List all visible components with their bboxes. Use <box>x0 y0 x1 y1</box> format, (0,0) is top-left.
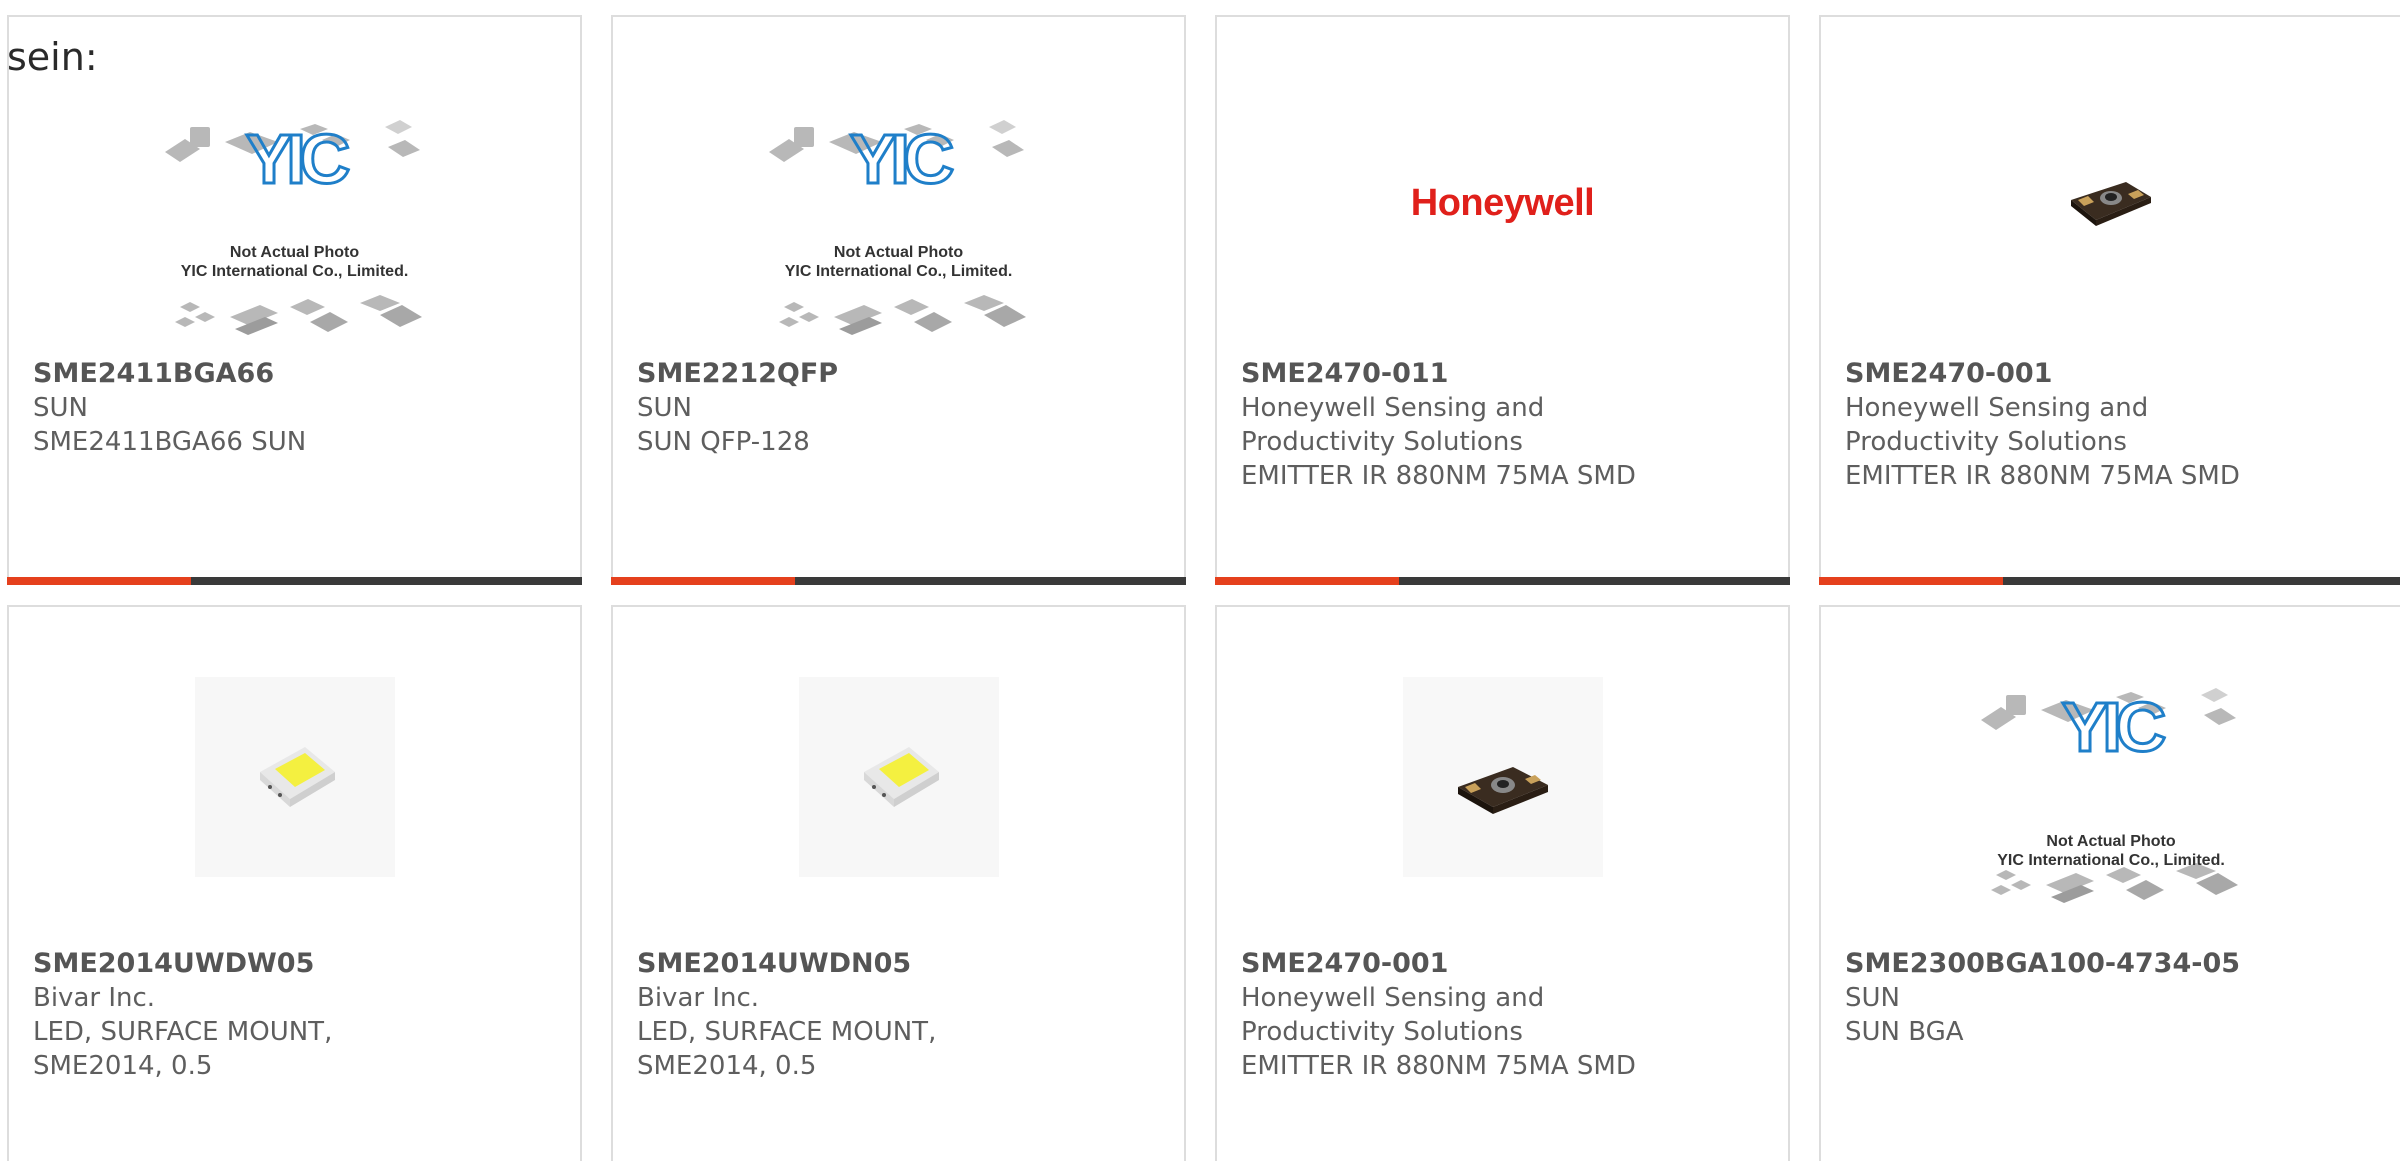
accent-bar <box>1215 577 1399 585</box>
manufacturer-line-1: Honeywell Sensing and <box>1845 393 2149 423</box>
product-info: SME2212QFP SUN SUN QFP-128 <box>637 357 1164 459</box>
manufacturer: SUN <box>33 393 88 423</box>
product-card[interactable]: Honeywell SME2470-011 Honeywell Sensing … <box>1215 15 1790 585</box>
product-card[interactable]: SME2470-001 Honeywell Sensing and Produc… <box>1819 15 2400 585</box>
description-line-2: SME2014, 0.5 <box>637 1051 817 1081</box>
product-image-area[interactable] <box>613 607 1184 937</box>
manufacturer: Bivar Inc. <box>33 983 156 1013</box>
description: EMITTER IR 880NM 75MA SMD <box>1241 1051 1636 1081</box>
svg-text:YIC: YIC <box>245 120 348 198</box>
product-info: SME2014UWDW05 Bivar Inc. LED, SURFACE MO… <box>33 947 560 1083</box>
description: SME2411BGA66 SUN <box>33 427 307 457</box>
accent-bar <box>611 577 795 585</box>
product-card[interactable]: YIC Not Actual Photo YIC International C… <box>1819 605 2400 1161</box>
description-line-2: SME2014, 0.5 <box>33 1051 213 1081</box>
svg-text:YIC: YIC <box>849 120 952 198</box>
manufacturer-line-2: Productivity Solutions <box>1241 1017 1523 1047</box>
product-info: SME2470-011 Honeywell Sensing and Produc… <box>1241 357 1768 493</box>
manufacturer: SUN <box>637 393 692 423</box>
description: SUN QFP-128 <box>637 427 810 457</box>
manufacturer-line-2: Productivity Solutions <box>1241 427 1523 457</box>
product-card[interactable]: SME2014UWDN05 Bivar Inc. LED, SURFACE MO… <box>611 605 1186 1161</box>
product-info: SME2470-001 Honeywell Sensing and Produc… <box>1241 947 1768 1083</box>
product-card[interactable]: SME2014UWDW05 Bivar Inc. LED, SURFACE MO… <box>7 605 582 1161</box>
product-card[interactable]: SME2470-001 Honeywell Sensing and Produc… <box>1215 605 1790 1161</box>
part-number[interactable]: SME2470-001 <box>1845 357 2387 391</box>
led-icon <box>259 747 335 807</box>
yic-placeholder-image: YIC <box>1981 687 2238 903</box>
placeholder-caption: Not Actual Photo YIC International Co., … <box>1997 833 2225 869</box>
product-image-area[interactable]: YIC Not Actual Photo YIC International C… <box>613 17 1184 347</box>
yic-placeholder-image: YIC <box>768 119 1026 335</box>
product-image-area[interactable]: YIC Not Actual Photo YIC International C… <box>1821 607 2400 937</box>
product-card[interactable]: YIC Not Actual Photo YIC International C… <box>611 15 1186 585</box>
part-number[interactable]: SME2300BGA100-4734-05 <box>1845 947 2387 981</box>
intro-text: sein: <box>7 35 98 79</box>
ir-emitter-image <box>2071 182 2151 226</box>
card-bottom-bar <box>611 577 1186 585</box>
product-image-area[interactable] <box>9 607 580 937</box>
part-number[interactable]: SME2212QFP <box>637 357 1164 391</box>
part-number[interactable]: SME2470-001 <box>1241 947 1768 981</box>
description: EMITTER IR 880NM 75MA SMD <box>1241 461 1636 491</box>
yic-placeholder-image: YIC <box>164 119 422 335</box>
ir-emitter-image <box>1402 677 1603 877</box>
product-grid-page: sein: YIC Not Actual Photo YIC Internati… <box>0 0 2400 1161</box>
accent-bar <box>1819 577 2003 585</box>
accent-bar <box>7 577 191 585</box>
smd-led-image <box>194 677 395 877</box>
manufacturer-line-1: Honeywell Sensing and <box>1241 393 1545 423</box>
card-bottom-bar <box>1819 577 2400 585</box>
card-bottom-bar <box>1215 577 1790 585</box>
product-image-area[interactable] <box>1217 607 1788 937</box>
part-number[interactable]: SME2470-011 <box>1241 357 1768 391</box>
placeholder-caption: Not Actual Photo YIC International Co., … <box>784 244 1013 280</box>
description-line-1: LED, SURFACE MOUNT, <box>637 1017 937 1047</box>
manufacturer-line-1: Honeywell Sensing and <box>1241 983 1545 1013</box>
product-info: SME2300BGA100-4734-05 SUN SUN BGA <box>1845 947 2387 1049</box>
smd-led-image <box>798 677 999 877</box>
product-info: SME2014UWDN05 Bivar Inc. LED, SURFACE MO… <box>637 947 1164 1083</box>
card-bottom-bar <box>7 577 582 585</box>
description-line-1: LED, SURFACE MOUNT, <box>33 1017 333 1047</box>
placeholder-caption: Not Actual Photo YIC International Co., … <box>180 244 409 280</box>
part-number[interactable]: SME2014UWDN05 <box>637 947 1164 981</box>
product-image-area[interactable]: Honeywell <box>1217 17 1788 347</box>
emitter-icon <box>1457 767 1548 814</box>
manufacturer: Bivar Inc. <box>637 983 760 1013</box>
description: SUN BGA <box>1845 1017 1964 1047</box>
product-image-area[interactable] <box>1821 17 2400 347</box>
product-info: SME2470-001 Honeywell Sensing and Produc… <box>1845 357 2387 493</box>
honeywell-logo: Honeywell <box>1410 182 1595 224</box>
manufacturer: SUN <box>1845 983 1900 1013</box>
svg-text:YIC: YIC <box>2062 688 2165 766</box>
manufacturer-line-2: Productivity Solutions <box>1845 427 2127 457</box>
part-number[interactable]: SME2014UWDW05 <box>33 947 560 981</box>
description: EMITTER IR 880NM 75MA SMD <box>1845 461 2240 491</box>
product-card[interactable]: YIC Not Actual Photo YIC International C… <box>7 15 582 585</box>
part-number[interactable]: SME2411BGA66 <box>33 357 560 391</box>
led-icon <box>863 747 939 807</box>
product-info: SME2411BGA66 SUN SME2411BGA66 SUN <box>33 357 560 459</box>
